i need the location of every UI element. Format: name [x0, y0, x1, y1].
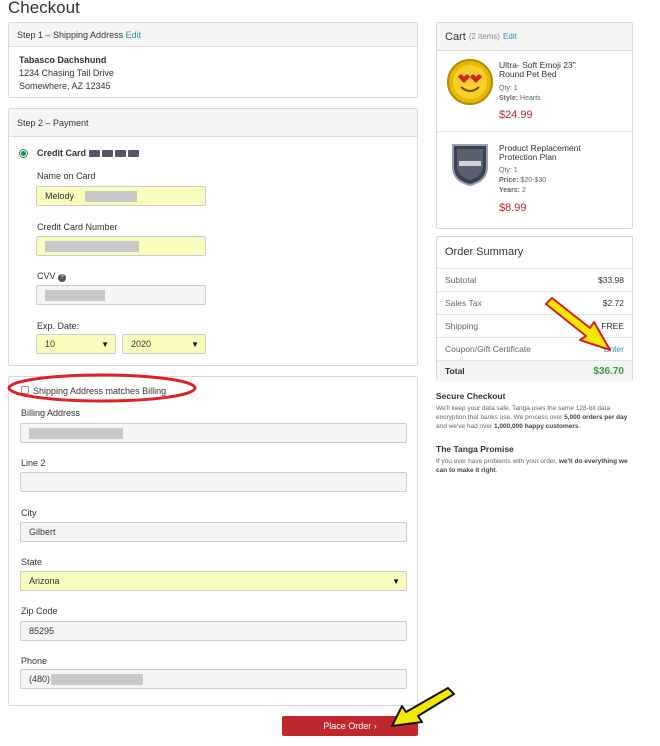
state-select[interactable]: Arizona ▼ — [20, 571, 407, 591]
cart-count: (2 items) — [468, 32, 500, 41]
shipping-address-panel: Step 1 – Shipping Address Edit Tabasco D… — [8, 22, 418, 98]
amex-icon — [115, 149, 126, 157]
pointer-arrow-icon — [391, 687, 455, 727]
exp-month-select[interactable]: 10 ▼ — [36, 334, 116, 354]
card-logos — [89, 148, 141, 159]
redacted-cvv — [45, 290, 105, 301]
cart-item-price: $8.99 — [499, 202, 527, 214]
city-label: City — [21, 508, 37, 518]
exp-year-select[interactable]: 2020 ▼ — [122, 334, 206, 354]
billing-panel: Shipping Address matches Billing Billing… — [8, 376, 418, 706]
cart-divider — [437, 131, 632, 132]
shipping-line2: Somewhere, AZ 12345 — [19, 81, 111, 91]
payment-panel: Step 2 – Payment Credit Card Name on Car… — [8, 108, 418, 366]
step2-title: Step 2 – Payment — [17, 117, 89, 128]
chevron-down-icon: ▼ — [392, 577, 400, 586]
billing-address-label: Billing Address — [21, 408, 81, 418]
phone-input[interactable]: (480) — [20, 669, 407, 689]
cart-item-years: Years: 2 — [499, 187, 526, 194]
secure-checkout-title: Secure Checkout — [436, 391, 506, 401]
chevron-down-icon: ▼ — [101, 340, 109, 349]
shipping-name: Tabasco Dachshund — [19, 55, 107, 65]
redacted-billing-address — [29, 428, 123, 439]
cart-item-qty: Qty: 1 — [499, 167, 518, 174]
name-on-card-value: Melody — [45, 191, 75, 201]
tanga-promise-text: If you ever have problems with your orde… — [436, 458, 628, 474]
card-number-label: Credit Card Number — [37, 222, 118, 232]
cart-header: Cart (2 items) Edit — [437, 23, 632, 51]
cart-item-name: Product Replacement Protection Plan — [499, 143, 581, 162]
payment-header: Step 2 – Payment — [9, 109, 417, 137]
card-number-input[interactable] — [36, 236, 206, 256]
city-input[interactable]: Gilbert — [20, 522, 407, 542]
help-icon[interactable]: ? — [58, 274, 67, 282]
state-value: Arizona — [29, 576, 60, 586]
place-order-label: Place Order › — [323, 721, 377, 731]
zip-input[interactable]: 85295 — [20, 621, 407, 641]
line2-input[interactable] — [20, 472, 407, 492]
zip-value: 85295 — [29, 626, 55, 636]
name-on-card-input[interactable]: Melody — [36, 186, 206, 206]
mastercard-icon — [102, 149, 113, 157]
chevron-down-icon: ▼ — [191, 340, 199, 349]
city-value: Gilbert — [29, 527, 56, 537]
cart-item-name: Ultra- Soft Emoji 23" Round Pet Bed — [499, 60, 576, 79]
cps-shield-image — [447, 141, 493, 187]
phone-label: Phone — [21, 656, 48, 666]
zip-label: Zip Code — [21, 606, 58, 616]
cart-item-price-range: Price: $20-$30 — [499, 177, 547, 184]
cart-item-price: $24.99 — [499, 109, 533, 121]
cart-panel: Cart (2 items) Edit Ultra- Soft Emoji 23… — [436, 22, 633, 229]
cart-edit-link[interactable]: Edit — [503, 32, 517, 41]
cart-item-style: Style: Hearts — [499, 95, 541, 102]
cvv-input[interactable] — [36, 285, 206, 305]
visa-icon — [89, 149, 100, 157]
secure-checkout-text: We'll keep your data safe. Tanga uses th… — [436, 405, 628, 430]
exp-year-value: 2020 — [131, 339, 152, 349]
step1-edit-link[interactable]: Edit — [126, 30, 142, 40]
credit-card-label: Credit Card — [37, 148, 87, 158]
redacted-name — [85, 191, 137, 202]
shipping-line1: 1234 Chasing Tail Drive — [19, 68, 114, 78]
line2-label: Line 2 — [21, 458, 46, 468]
pointer-arrow-icon — [545, 297, 611, 351]
redacted-card-number — [45, 241, 139, 252]
cart-title: Cart — [445, 30, 466, 43]
summary-row: Subtotal $33.98 — [437, 268, 632, 291]
credit-card-radio[interactable] — [19, 149, 28, 158]
shipping-address-header: Step 1 – Shipping Address Edit — [9, 23, 417, 47]
summary-total-row: Total $36.70 — [437, 360, 632, 381]
cart-item-qty: Qty: 1 — [499, 85, 518, 92]
cvv-label: CVV ? — [37, 271, 67, 282]
name-on-card-label: Name on Card — [37, 171, 96, 181]
tanga-promise-title: The Tanga Promise — [436, 444, 514, 454]
state-label: State — [21, 557, 43, 567]
discover-icon — [128, 149, 139, 157]
order-summary-title: Order Summary — [445, 246, 524, 258]
billing-address-input[interactable] — [20, 423, 407, 443]
step1-title: Step 1 – Shipping Address — [17, 29, 124, 40]
page-title: Checkout — [8, 0, 80, 17]
exp-month-value: 10 — [45, 339, 56, 349]
exp-date-label: Exp. Date: — [37, 321, 80, 331]
emoji-bed-image — [445, 57, 495, 107]
highlight-ellipse — [7, 373, 197, 403]
redacted-phone — [51, 674, 143, 685]
phone-value: (480) — [29, 674, 51, 684]
